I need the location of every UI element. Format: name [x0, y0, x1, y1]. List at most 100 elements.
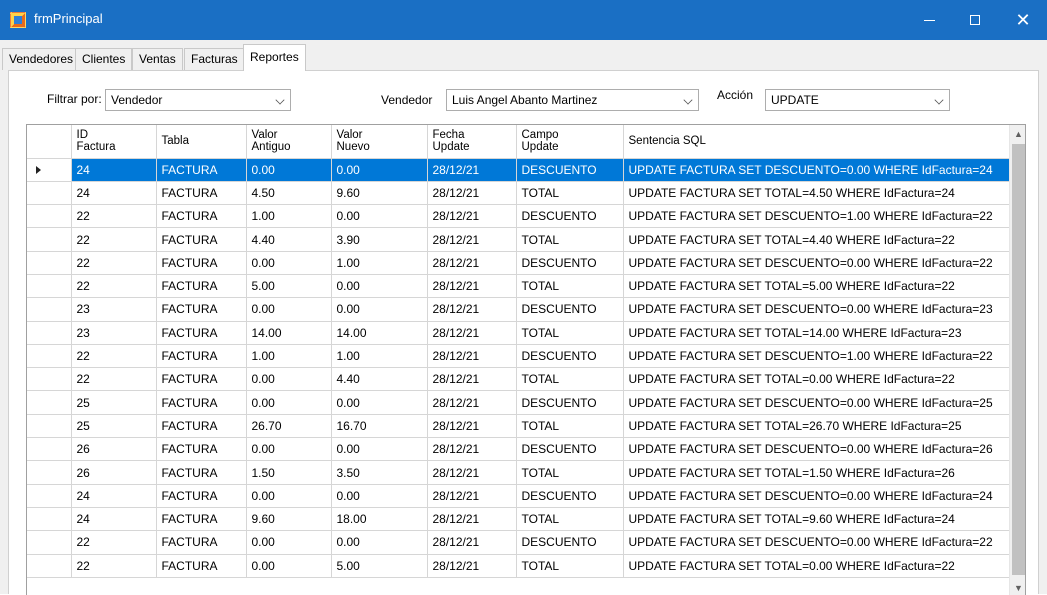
cell-id-factura[interactable]: 22 — [71, 227, 157, 252]
cell-tabla[interactable]: FACTURA — [156, 390, 247, 415]
cell-tabla[interactable]: FACTURA — [156, 484, 247, 508]
cell-sentencia-sql[interactable]: UPDATE FACTURA SET TOTAL=14.00 WHERE IdF… — [623, 321, 1010, 345]
cell-tabla[interactable]: FACTURA — [156, 507, 247, 532]
cell-fecha-update[interactable]: 28/12/21 — [427, 414, 517, 439]
cell-sentencia-sql[interactable]: UPDATE FACTURA SET TOTAL=9.60 WHERE IdFa… — [623, 507, 1010, 532]
cell-valor-antiguo[interactable]: 0.00 — [246, 251, 332, 275]
cell-valor-nuevo[interactable]: 4.40 — [331, 367, 428, 392]
cell-fecha-update[interactable]: 28/12/21 — [427, 484, 517, 508]
cell-valor-antiguo[interactable]: 0.00 — [246, 554, 332, 578]
cell-sentencia-sql[interactable]: UPDATE FACTURA SET DESCUENTO=1.00 WHERE … — [623, 344, 1010, 369]
cell-id-factura[interactable]: 22 — [71, 274, 157, 299]
cell-campo-update[interactable]: DESCUENTO — [516, 437, 624, 462]
cell-valor-nuevo[interactable]: 16.70 — [331, 414, 428, 439]
cell-sentencia-sql[interactable]: UPDATE FACTURA SET DESCUENTO=1.00 WHERE … — [623, 204, 1010, 229]
cell-campo-update[interactable]: TOTAL — [516, 181, 624, 206]
cell-campo-update[interactable]: TOTAL — [516, 367, 624, 392]
cell-valor-nuevo[interactable]: 0.00 — [331, 530, 428, 555]
cell-campo-update[interactable]: DESCUENTO — [516, 390, 624, 415]
scroll-down-arrow-icon[interactable]: ▼ — [1010, 579, 1025, 595]
cell-campo-update[interactable]: TOTAL — [516, 227, 624, 252]
cell-fecha-update[interactable]: 28/12/21 — [427, 297, 517, 322]
vertical-scrollbar[interactable]: ▲ ▼ — [1009, 125, 1025, 595]
cell-valor-nuevo[interactable]: 0.00 — [331, 297, 428, 322]
cell-tabla[interactable]: FACTURA — [156, 181, 247, 206]
row-header[interactable] — [27, 554, 72, 578]
cell-valor-antiguo[interactable]: 4.40 — [246, 227, 332, 252]
table-row[interactable]: 23 FACTURA 0.00 0.00 28/12/21 DESCUENTO UPDATE… — [27, 297, 1010, 322]
tab-vendedores[interactable]: Vendedores — [2, 48, 81, 70]
row-header[interactable] — [27, 297, 72, 322]
row-header[interactable] — [27, 414, 72, 439]
cell-tabla[interactable]: FACTURA — [156, 204, 247, 229]
cell-campo-update[interactable]: DESCUENTO — [516, 158, 624, 182]
cell-sentencia-sql[interactable]: UPDATE FACTURA SET DESCUENTO=0.00 WHERE … — [623, 251, 1010, 275]
accion-combo[interactable]: UPDATE — [765, 89, 950, 111]
cell-valor-nuevo[interactable]: 0.00 — [331, 158, 428, 182]
cell-sentencia-sql[interactable]: UPDATE FACTURA SET TOTAL=5.00 WHERE IdFa… — [623, 274, 1010, 299]
cell-sentencia-sql[interactable]: UPDATE FACTURA SET TOTAL=4.50 WHERE IdFa… — [623, 181, 1010, 206]
cell-tabla[interactable]: FACTURA — [156, 274, 247, 299]
tab-ventas[interactable]: Ventas — [132, 48, 183, 70]
cell-id-factura[interactable]: 22 — [71, 554, 157, 578]
cell-campo-update[interactable]: TOTAL — [516, 507, 624, 532]
cell-campo-update[interactable]: DESCUENTO — [516, 530, 624, 555]
cell-tabla[interactable]: FACTURA — [156, 460, 247, 485]
table-row[interactable]: 22 FACTURA 0.00 5.00 28/12/21 TOTAL UPDATE FAC… — [27, 554, 1010, 578]
row-header[interactable] — [27, 321, 72, 345]
cell-valor-nuevo[interactable]: 9.60 — [331, 181, 428, 206]
table-row[interactable]: 26 FACTURA 1.50 3.50 28/12/21 TOTAL UPDATE FAC… — [27, 460, 1010, 485]
cell-tabla[interactable]: FACTURA — [156, 297, 247, 322]
cell-id-factura[interactable]: 24 — [71, 158, 157, 182]
cell-tabla[interactable]: FACTURA — [156, 321, 247, 345]
cell-id-factura[interactable]: 25 — [71, 390, 157, 415]
cell-id-factura[interactable]: 24 — [71, 507, 157, 532]
cell-tabla[interactable]: FACTURA — [156, 414, 247, 439]
cell-sentencia-sql[interactable]: UPDATE FACTURA SET TOTAL=0.00 WHERE IdFa… — [623, 367, 1010, 392]
cell-id-factura[interactable]: 25 — [71, 414, 157, 439]
table-row[interactable]: 24 FACTURA 4.50 9.60 28/12/21 TOTAL UPDATE FAC… — [27, 181, 1010, 206]
tab-clientes[interactable]: Clientes — [75, 48, 133, 70]
col-header-sentencia-sql[interactable]: Sentencia SQL — [623, 125, 1010, 159]
row-header[interactable] — [27, 204, 72, 229]
cell-campo-update[interactable]: DESCUENTO — [516, 204, 624, 229]
cell-id-factura[interactable]: 22 — [71, 204, 157, 229]
table-row[interactable]: 22 FACTURA 4.40 3.90 28/12/21 TOTAL UPDATE FAC… — [27, 227, 1010, 252]
audit-grid[interactable]: ID Factura Tabla Valor Antiguo Valor Nuevo … — [26, 124, 1026, 595]
col-header-valor-nuevo[interactable]: Valor Nuevo — [331, 125, 428, 159]
col-header-fecha-update[interactable]: Fecha Update — [427, 125, 517, 159]
table-row[interactable]: 22 FACTURA 0.00 0.00 28/12/21 DESCUENTO UPDATE… — [27, 530, 1010, 555]
cell-fecha-update[interactable]: 28/12/21 — [427, 344, 517, 369]
row-header[interactable] — [27, 227, 72, 252]
scroll-thumb[interactable] — [1012, 144, 1025, 575]
cell-fecha-update[interactable]: 28/12/21 — [427, 367, 517, 392]
cell-valor-nuevo[interactable]: 3.90 — [331, 227, 428, 252]
cell-valor-nuevo[interactable]: 1.00 — [331, 251, 428, 275]
cell-campo-update[interactable]: TOTAL — [516, 274, 624, 299]
cell-valor-antiguo[interactable]: 9.60 — [246, 507, 332, 532]
cell-id-factura[interactable]: 26 — [71, 437, 157, 462]
cell-id-factura[interactable]: 22 — [71, 367, 157, 392]
cell-fecha-update[interactable]: 28/12/21 — [427, 158, 517, 182]
table-row[interactable]: 26 FACTURA 0.00 0.00 28/12/21 DESCUENTO UPDATE… — [27, 437, 1010, 462]
col-header-tabla[interactable]: Tabla — [156, 125, 247, 159]
cell-valor-nuevo[interactable]: 18.00 — [331, 507, 428, 532]
cell-fecha-update[interactable]: 28/12/21 — [427, 460, 517, 485]
row-header[interactable] — [27, 367, 72, 392]
col-header-valor-antiguo[interactable]: Valor Antiguo — [246, 125, 332, 159]
cell-fecha-update[interactable]: 28/12/21 — [427, 181, 517, 206]
cell-campo-update[interactable]: DESCUENTO — [516, 484, 624, 508]
cell-valor-antiguo[interactable]: 4.50 — [246, 181, 332, 206]
table-row[interactable]: 22 FACTURA 1.00 1.00 28/12/21 DESCUENTO UPDATE… — [27, 344, 1010, 369]
cell-sentencia-sql[interactable]: UPDATE FACTURA SET DESCUENTO=0.00 WHERE … — [623, 390, 1010, 415]
cell-valor-antiguo[interactable]: 1.00 — [246, 204, 332, 229]
cell-id-factura[interactable]: 24 — [71, 181, 157, 206]
cell-sentencia-sql[interactable]: UPDATE FACTURA SET DESCUENTO=0.00 WHERE … — [623, 484, 1010, 508]
cell-tabla[interactable]: FACTURA — [156, 554, 247, 578]
cell-tabla[interactable]: FACTURA — [156, 530, 247, 555]
cell-valor-antiguo[interactable]: 1.50 — [246, 460, 332, 485]
cell-tabla[interactable]: FACTURA — [156, 227, 247, 252]
col-header-campo-update[interactable]: Campo Update — [516, 125, 624, 159]
cell-valor-antiguo[interactable]: 0.00 — [246, 158, 332, 182]
cell-id-factura[interactable]: 24 — [71, 484, 157, 508]
